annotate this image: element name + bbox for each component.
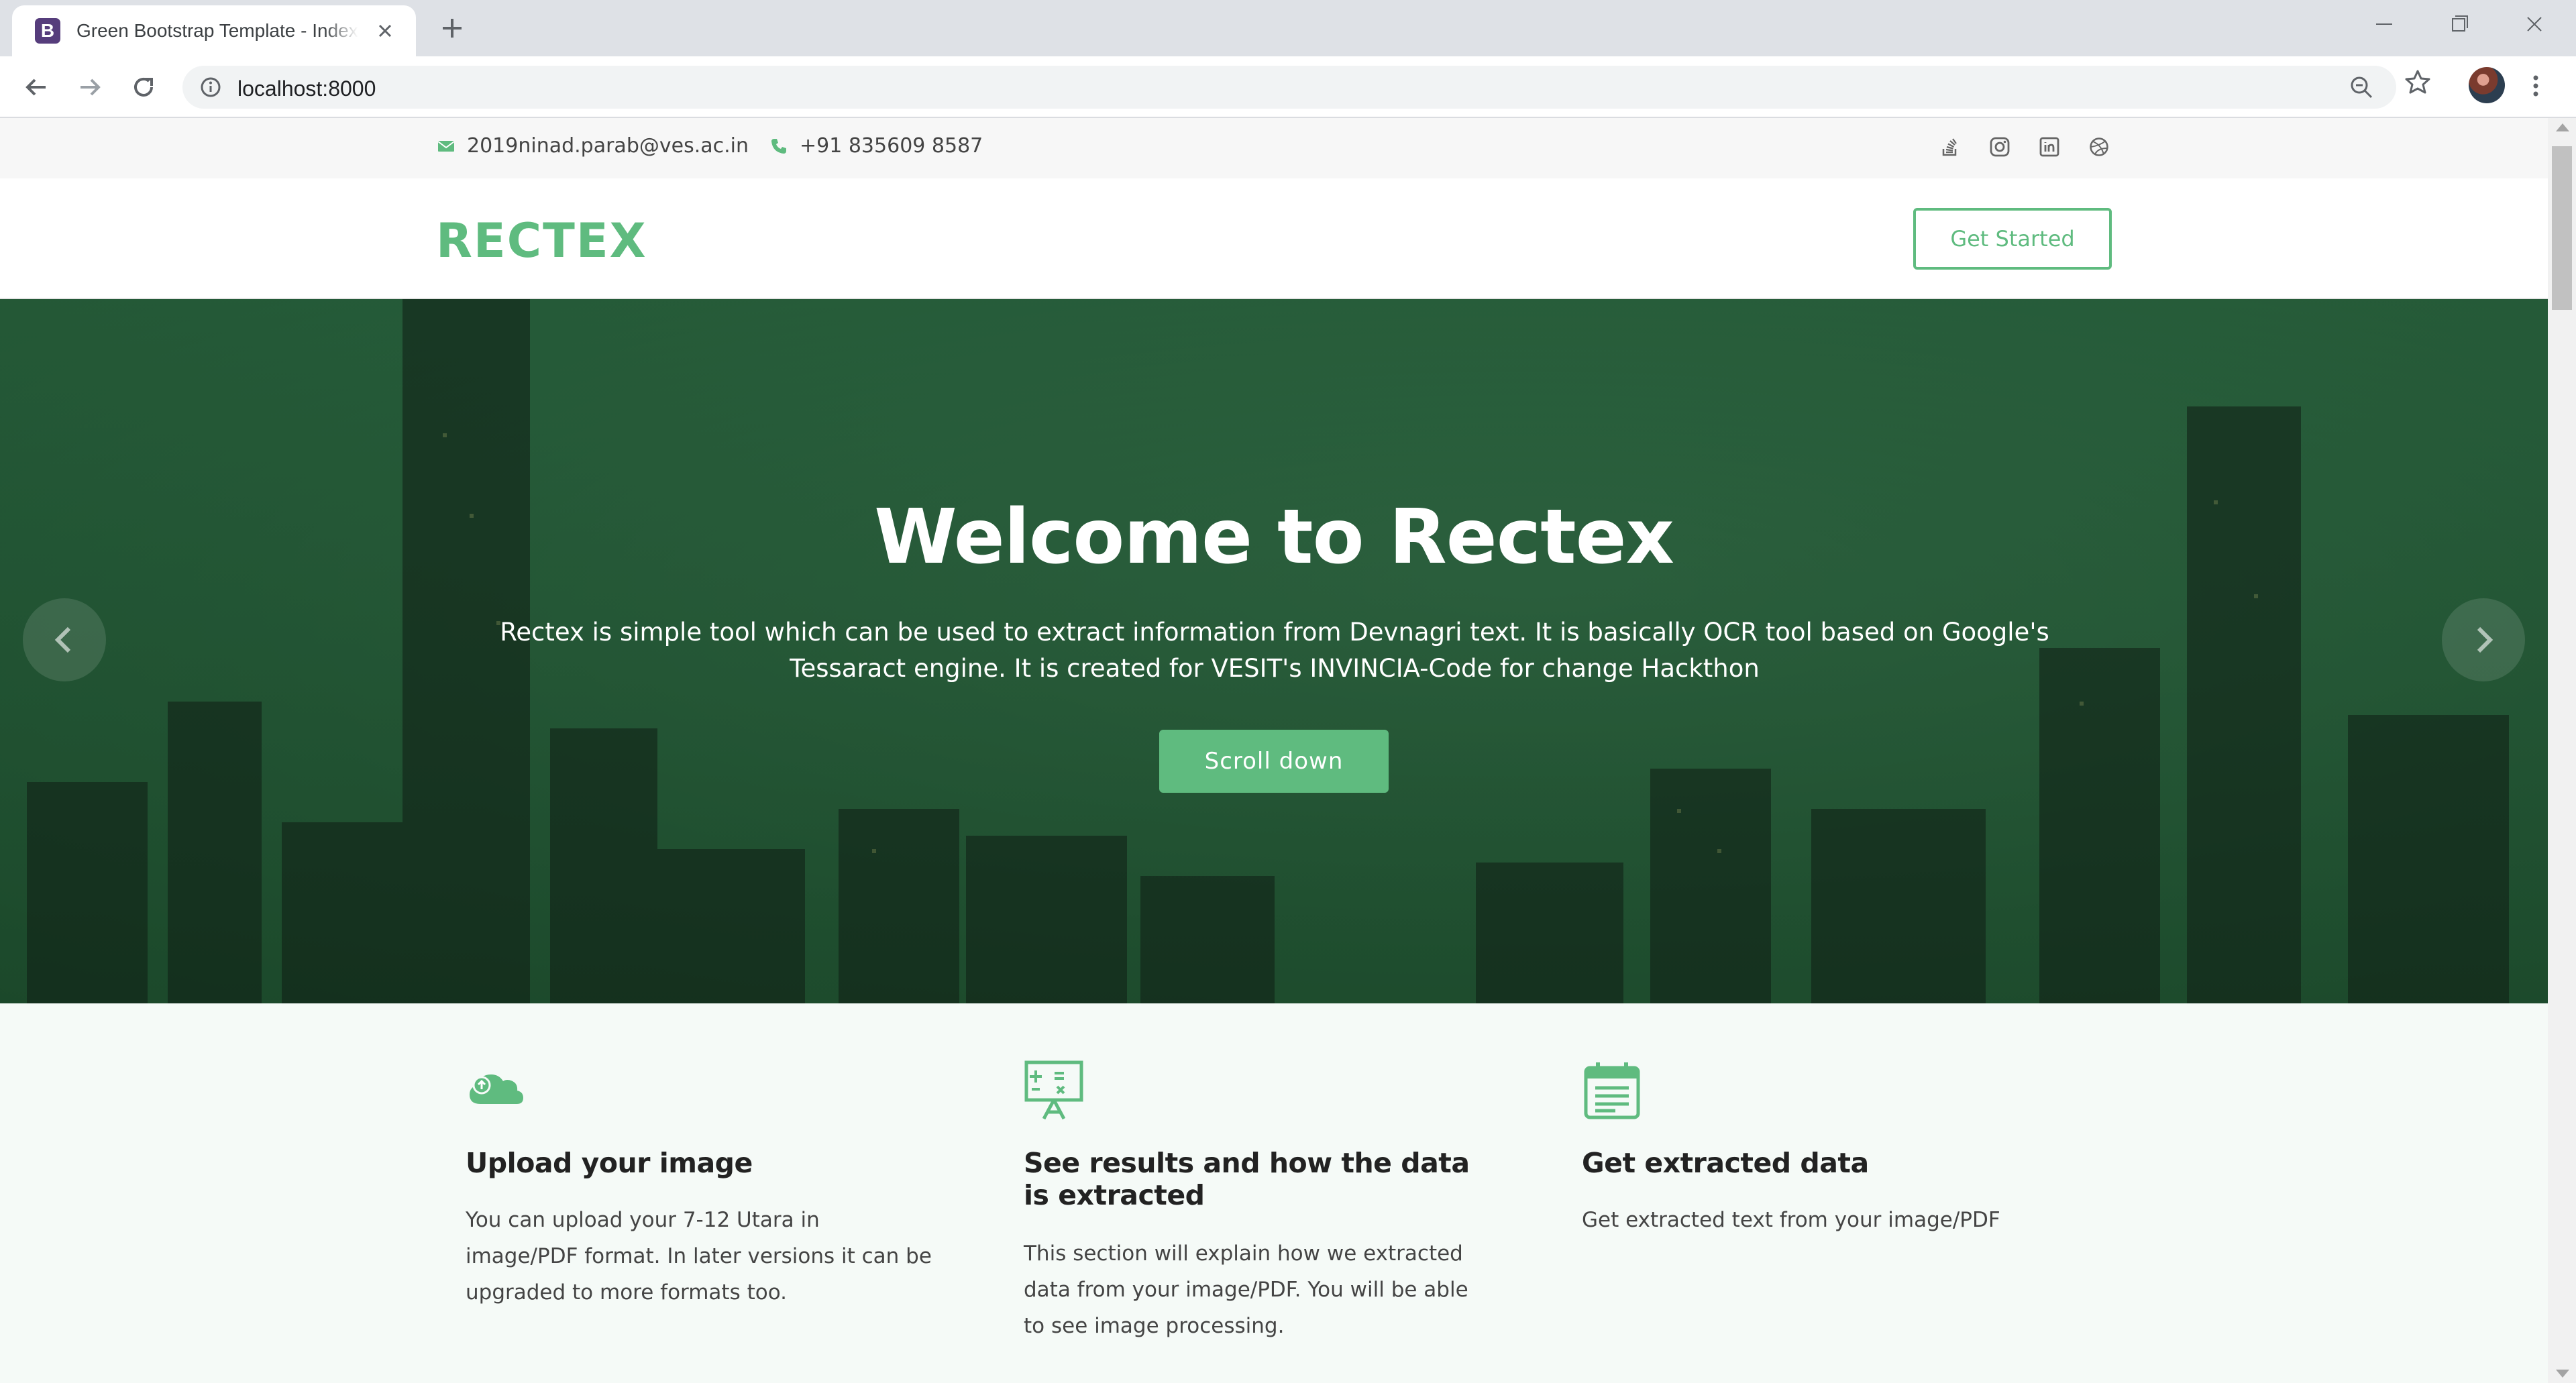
scrollbar-thumb[interactable] — [2552, 146, 2572, 310]
tab-title: Green Bootstrap Template - Index — [76, 20, 358, 41]
stackoverflow-icon[interactable] — [1939, 135, 1962, 158]
site-info-icon[interactable] — [200, 76, 221, 98]
minimize-window-icon[interactable] — [2365, 9, 2403, 39]
features-section: Upload your image You can upload your 7-… — [0, 1003, 2548, 1383]
reload-icon[interactable] — [127, 71, 160, 103]
url-text[interactable]: localhost:8000 — [237, 76, 376, 101]
page-scrollbar[interactable] — [2548, 118, 2576, 1383]
contact-email[interactable]: 2019ninad.parab@ves.ac.in — [436, 134, 749, 158]
contact-phone[interactable]: +91 835609 8587 — [769, 134, 983, 158]
scroll-up-arrow-icon[interactable] — [2556, 123, 2569, 131]
chevron-right-icon — [2477, 626, 2493, 653]
instagram-icon[interactable] — [1988, 135, 2011, 158]
feature-title: Upload your image — [466, 1147, 753, 1179]
new-tab-icon[interactable] — [437, 13, 467, 43]
envelope-icon — [437, 140, 455, 152]
bookmark-star-icon[interactable] — [2404, 68, 2431, 95]
linkedin-icon[interactable] — [2038, 135, 2061, 158]
feature-title: Get extracted data — [1582, 1147, 1869, 1179]
profile-avatar[interactable] — [2469, 67, 2505, 103]
browser-toolbar: localhost:8000 — [0, 56, 2576, 118]
email-text[interactable]: 2019ninad.parab@ves.ac.in — [467, 134, 749, 158]
feature-description: Get extracted text from your image/PDF — [1582, 1208, 2000, 1232]
page-viewport: 2019ninad.parab@ves.ac.in +91 835609 858… — [0, 118, 2576, 1383]
dribbble-icon[interactable] — [2088, 135, 2110, 158]
site-logo[interactable]: RECTEX — [436, 213, 647, 268]
forward-arrow-icon[interactable] — [74, 71, 106, 103]
phone-text[interactable]: +91 835609 8587 — [800, 134, 983, 158]
feature-description: This section will explain how we extract… — [1024, 1241, 1468, 1338]
restore-window-icon[interactable] — [2440, 9, 2478, 39]
scroll-down-button[interactable]: Scroll down — [1159, 730, 1389, 793]
browser-tab[interactable]: B Green Bootstrap Template - Index — [12, 5, 416, 56]
bootstrap-favicon-icon: B — [35, 18, 60, 44]
browser-tabstrip: B Green Bootstrap Template - Index — [0, 0, 2576, 56]
hero-description: Rectex is simple tool which can be used … — [500, 618, 2049, 683]
chevron-left-icon — [54, 626, 71, 653]
scroll-down-arrow-icon[interactable] — [2556, 1370, 2569, 1378]
close-window-icon[interactable] — [2516, 9, 2553, 39]
hero-title: Welcome to Rectex — [874, 494, 1674, 581]
top-contact-bar: 2019ninad.parab@ves.ac.in +91 835609 858… — [0, 118, 2548, 178]
get-started-button[interactable]: Get Started — [1913, 208, 2112, 270]
site-header: RECTEX Get Started — [0, 178, 2548, 299]
zoom-icon[interactable] — [2348, 74, 2375, 101]
calendar-list-icon — [1584, 1062, 1640, 1119]
carousel-next-button[interactable] — [2442, 598, 2525, 681]
hero-carousel: Welcome to Rectex Rectex is simple tool … — [0, 299, 2548, 1003]
social-links — [1939, 135, 2110, 158]
phone-icon — [771, 138, 786, 154]
close-tab-icon[interactable] — [374, 20, 396, 42]
browser-menu-icon[interactable] — [2528, 70, 2544, 102]
feature-description: You can upload your 7-12 Utara in image/… — [466, 1208, 932, 1305]
address-bar[interactable]: localhost:8000 — [182, 66, 2396, 109]
cloud-upload-icon — [470, 1074, 523, 1104]
calculator-board-icon — [1024, 1060, 1083, 1120]
web-page: 2019ninad.parab@ves.ac.in +91 835609 858… — [0, 118, 2548, 1383]
carousel-prev-button[interactable] — [23, 598, 106, 681]
back-arrow-icon[interactable] — [20, 71, 52, 103]
feature-title: See results and how the data is extracte… — [1024, 1147, 1470, 1211]
